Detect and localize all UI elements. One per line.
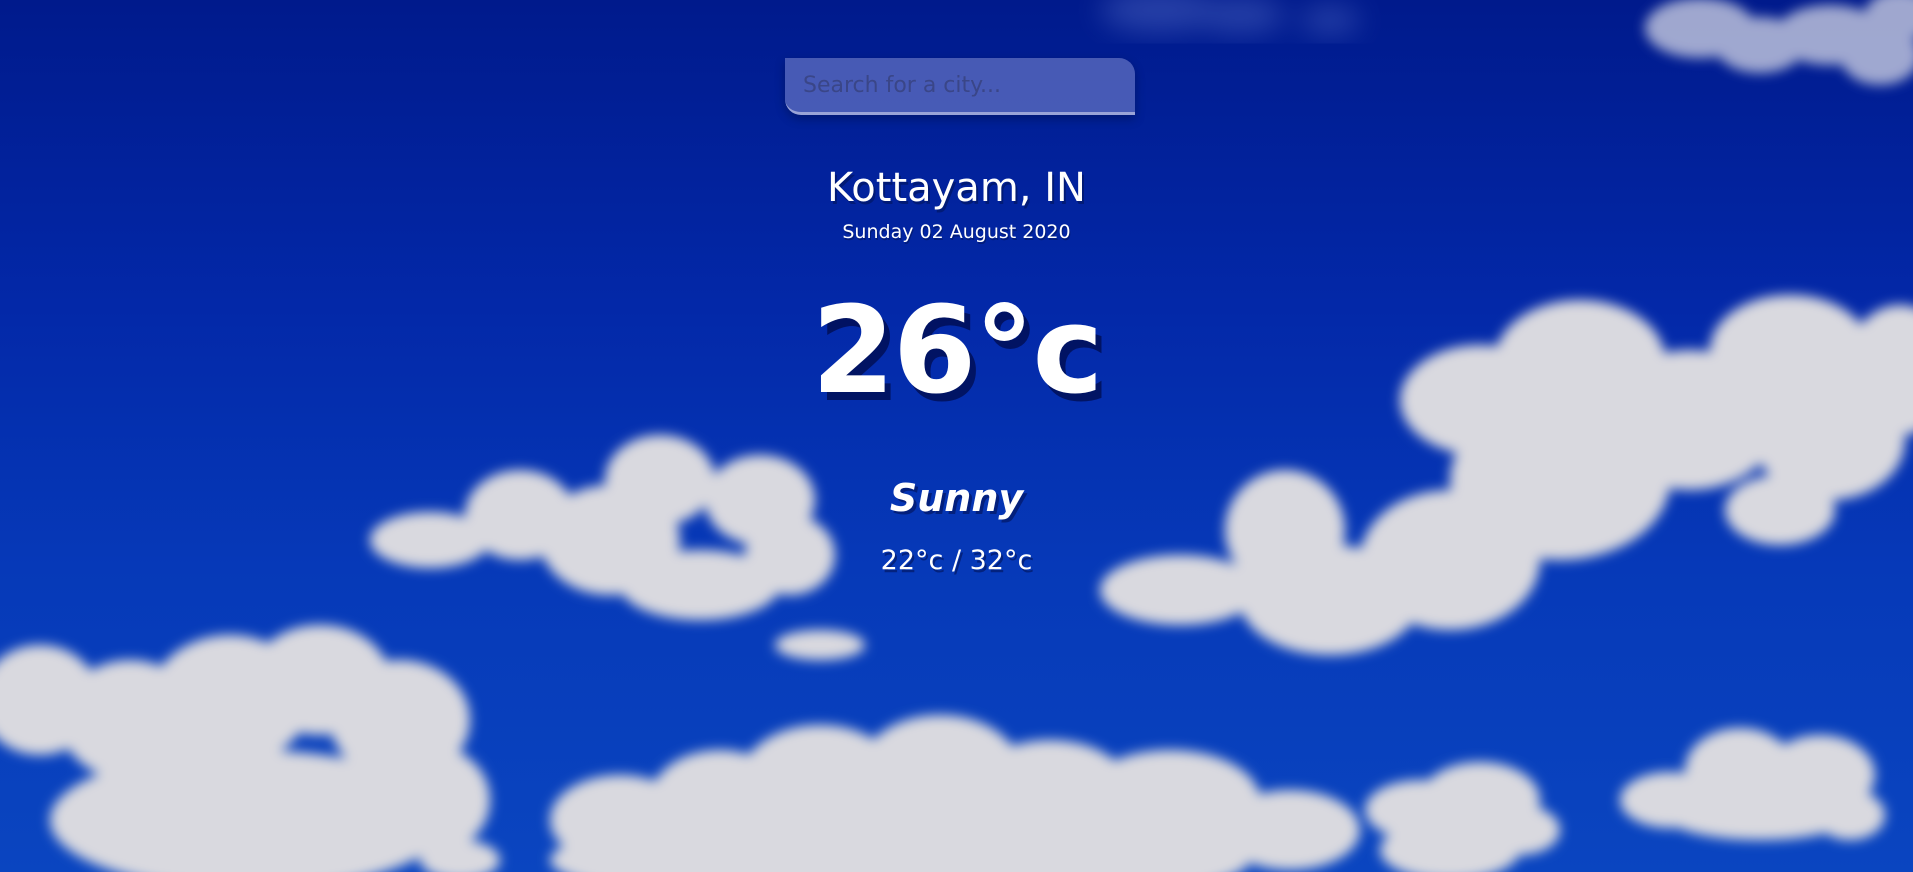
location-name: Kottayam, IN — [827, 165, 1086, 211]
current-temperature: 26°c — [811, 282, 1103, 421]
current-date: Sunday 02 August 2020 — [842, 221, 1071, 243]
weather-condition: Sunny — [889, 476, 1024, 520]
weather-app: Kottayam, IN Sunday 02 August 2020 26°c … — [0, 0, 1913, 872]
temperature-range: 22°c / 32°c — [880, 545, 1033, 576]
search-input[interactable] — [785, 58, 1135, 115]
